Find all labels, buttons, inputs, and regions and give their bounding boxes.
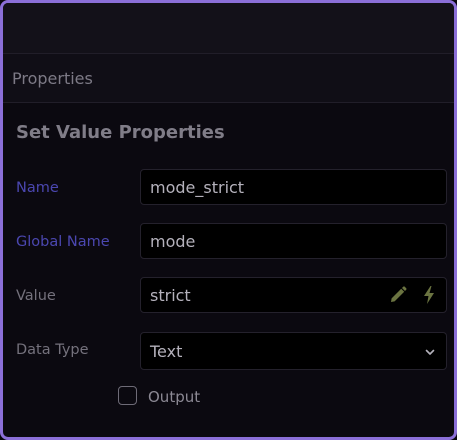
- data-type-selected: Text: [150, 342, 183, 361]
- chevron-down-icon: [425, 349, 435, 355]
- name-field[interactable]: mode_strict: [140, 169, 447, 205]
- properties-section-header[interactable]: Properties: [3, 54, 454, 103]
- name-label: Name: [16, 180, 59, 196]
- name-value: mode_strict: [150, 178, 245, 197]
- data-type-label: Data Type: [16, 342, 89, 358]
- global-name-field[interactable]: mode: [140, 223, 447, 259]
- panel-top-bar: [3, 3, 454, 54]
- value-label: Value: [16, 288, 56, 304]
- pencil-icon[interactable]: [388, 285, 408, 305]
- value-field[interactable]: strict: [140, 277, 447, 313]
- output-label[interactable]: Output: [148, 388, 200, 406]
- data-type-select[interactable]: Text: [140, 332, 447, 370]
- output-checkbox[interactable]: [118, 386, 137, 405]
- properties-panel: Properties Set Value Properties Name mod…: [0, 0, 457, 440]
- global-name-label: Global Name: [16, 234, 110, 250]
- section-title: Properties: [12, 69, 93, 88]
- form-title: Set Value Properties: [16, 122, 225, 143]
- lightning-bolt-icon[interactable]: [422, 285, 436, 305]
- value-value: strict: [150, 286, 191, 305]
- global-name-value: mode: [150, 232, 196, 251]
